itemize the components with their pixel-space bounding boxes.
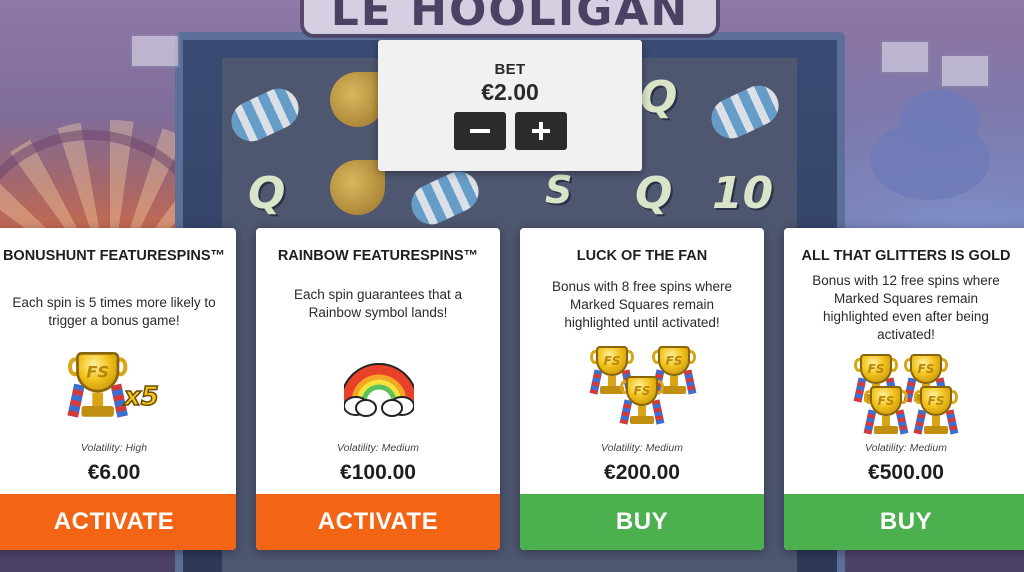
- card-volatility: Volatility: Medium: [601, 442, 683, 454]
- card-title: BONUSHUNT FEATURESPINS™: [2, 248, 226, 264]
- trophy-icon: FS: [913, 386, 959, 438]
- card-description: Bonus with 8 free spins where Marked Squ…: [551, 279, 733, 330]
- bet-controls: [454, 112, 567, 150]
- card-description: Each spin is 5 times more likely to trig…: [12, 295, 216, 328]
- minus-icon: [470, 129, 490, 133]
- card-price: €500.00: [868, 461, 944, 484]
- pennant-flag: [880, 40, 930, 74]
- rainbow-icon: [344, 363, 414, 417]
- card-title: RAINBOW FEATURESPINS™: [277, 248, 479, 264]
- game-logo: LE HOOLIGAN: [300, 0, 720, 38]
- feature-card-all-that-glitters: ALL THAT GLITTERS IS GOLD Bonus with 12 …: [784, 228, 1024, 550]
- card-volatility: Volatility: Medium: [865, 442, 947, 454]
- horn-symbol: [330, 160, 385, 215]
- card-description: Each spin guarantees that a Rainbow symb…: [293, 287, 463, 320]
- plus-icon: [532, 122, 550, 140]
- buy-button[interactable]: BUY: [520, 494, 764, 550]
- feature-card-luck-of-the-fan: LUCK OF THE FAN Bonus with 8 free spins …: [520, 228, 764, 550]
- feature-card-rainbow: RAINBOW FEATURESPINS™ Each spin guarante…: [256, 228, 500, 550]
- card-illustration: FS FS FS: [520, 346, 764, 436]
- card-price: €200.00: [604, 461, 680, 484]
- bet-panel: BET €2.00: [378, 40, 642, 171]
- reel-symbol: S: [545, 168, 573, 212]
- card-title: ALL THAT GLITTERS IS GOLD: [801, 248, 1011, 264]
- pennant-flag: [940, 54, 990, 88]
- card-illustration: FS FS FS FS: [784, 346, 1024, 436]
- activate-button[interactable]: ACTIVATE: [0, 494, 236, 550]
- card-description: Bonus with 12 free spins where Marked Sq…: [812, 273, 1000, 342]
- reel-symbol: 10: [712, 168, 774, 219]
- card-title: LUCK OF THE FAN: [576, 248, 708, 264]
- horn-symbol: [330, 72, 385, 127]
- card-illustration: FS x5: [0, 346, 236, 436]
- increase-bet-button[interactable]: [515, 112, 567, 150]
- multiplier-badge: x5: [123, 381, 159, 413]
- feature-card-bonushunt: BONUSHUNT FEATURESPINS™ Each spin is 5 t…: [0, 228, 236, 550]
- activate-button[interactable]: ACTIVATE: [256, 494, 500, 550]
- card-price: €6.00: [87, 461, 141, 484]
- reel-symbol: Q: [635, 168, 673, 219]
- card-illustration: [256, 346, 500, 436]
- buy-button[interactable]: BUY: [784, 494, 1024, 550]
- card-volatility: Volatility: High: [80, 442, 148, 454]
- card-volatility: Volatility: Medium: [337, 442, 419, 454]
- trophy-icon: FS: [863, 386, 909, 438]
- bet-label: BET: [494, 61, 526, 78]
- card-price: €100.00: [340, 461, 416, 484]
- trophy-icon: FS: [619, 376, 665, 428]
- decrease-bet-button[interactable]: [454, 112, 506, 150]
- pennant-flag: [130, 34, 180, 68]
- background-cloud: [900, 90, 980, 150]
- trophy-icon: FS: [67, 352, 128, 422]
- reel-symbol: Q: [640, 72, 678, 123]
- bet-amount: €2.00: [481, 79, 539, 105]
- reel-symbol: Q: [248, 168, 286, 219]
